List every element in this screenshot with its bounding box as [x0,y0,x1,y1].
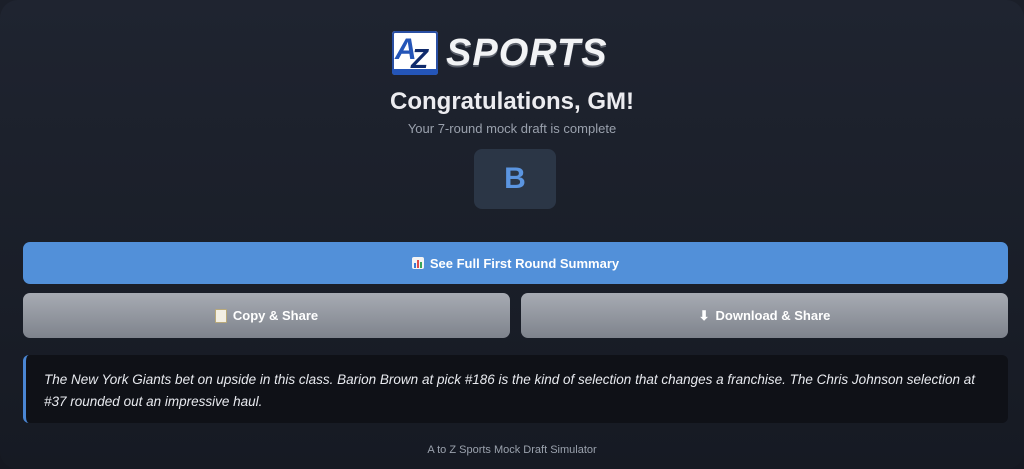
see-first-round-summary-button[interactable]: See Full First Round Summary [23,242,1008,284]
download-button-label: Download & Share [715,308,831,323]
summary-button-label: See Full First Round Summary [429,255,620,271]
draft-result-card: A Z SPORTS Congratulations, GM! Your 7-r… [0,0,1024,469]
footer-caption: A to Z Sports Mock Draft Simulator [427,444,597,456]
page-title: Congratulations, GM! [390,88,634,115]
page-subtitle: Your 7-round mock draft is complete [407,121,617,136]
clipboard-icon [214,308,227,323]
az-sports-logo: A Z SPORTS [392,30,608,76]
draft-grade-badge: B [474,149,556,209]
copy-button-label: Copy & Share [232,308,319,323]
draft-summary-quote: The New York Giants bet on upside in thi… [23,355,1008,423]
az-logo-mark: A Z [392,31,438,75]
logo-wordmark: SPORTS [446,31,608,74]
logo-stripe [392,69,438,75]
bar-chart-icon [411,257,424,269]
download-arrow-icon: ⬇ [698,308,710,323]
copy-share-button[interactable]: Copy & Share [23,293,510,338]
download-share-button[interactable]: ⬇ Download & Share [521,293,1008,338]
